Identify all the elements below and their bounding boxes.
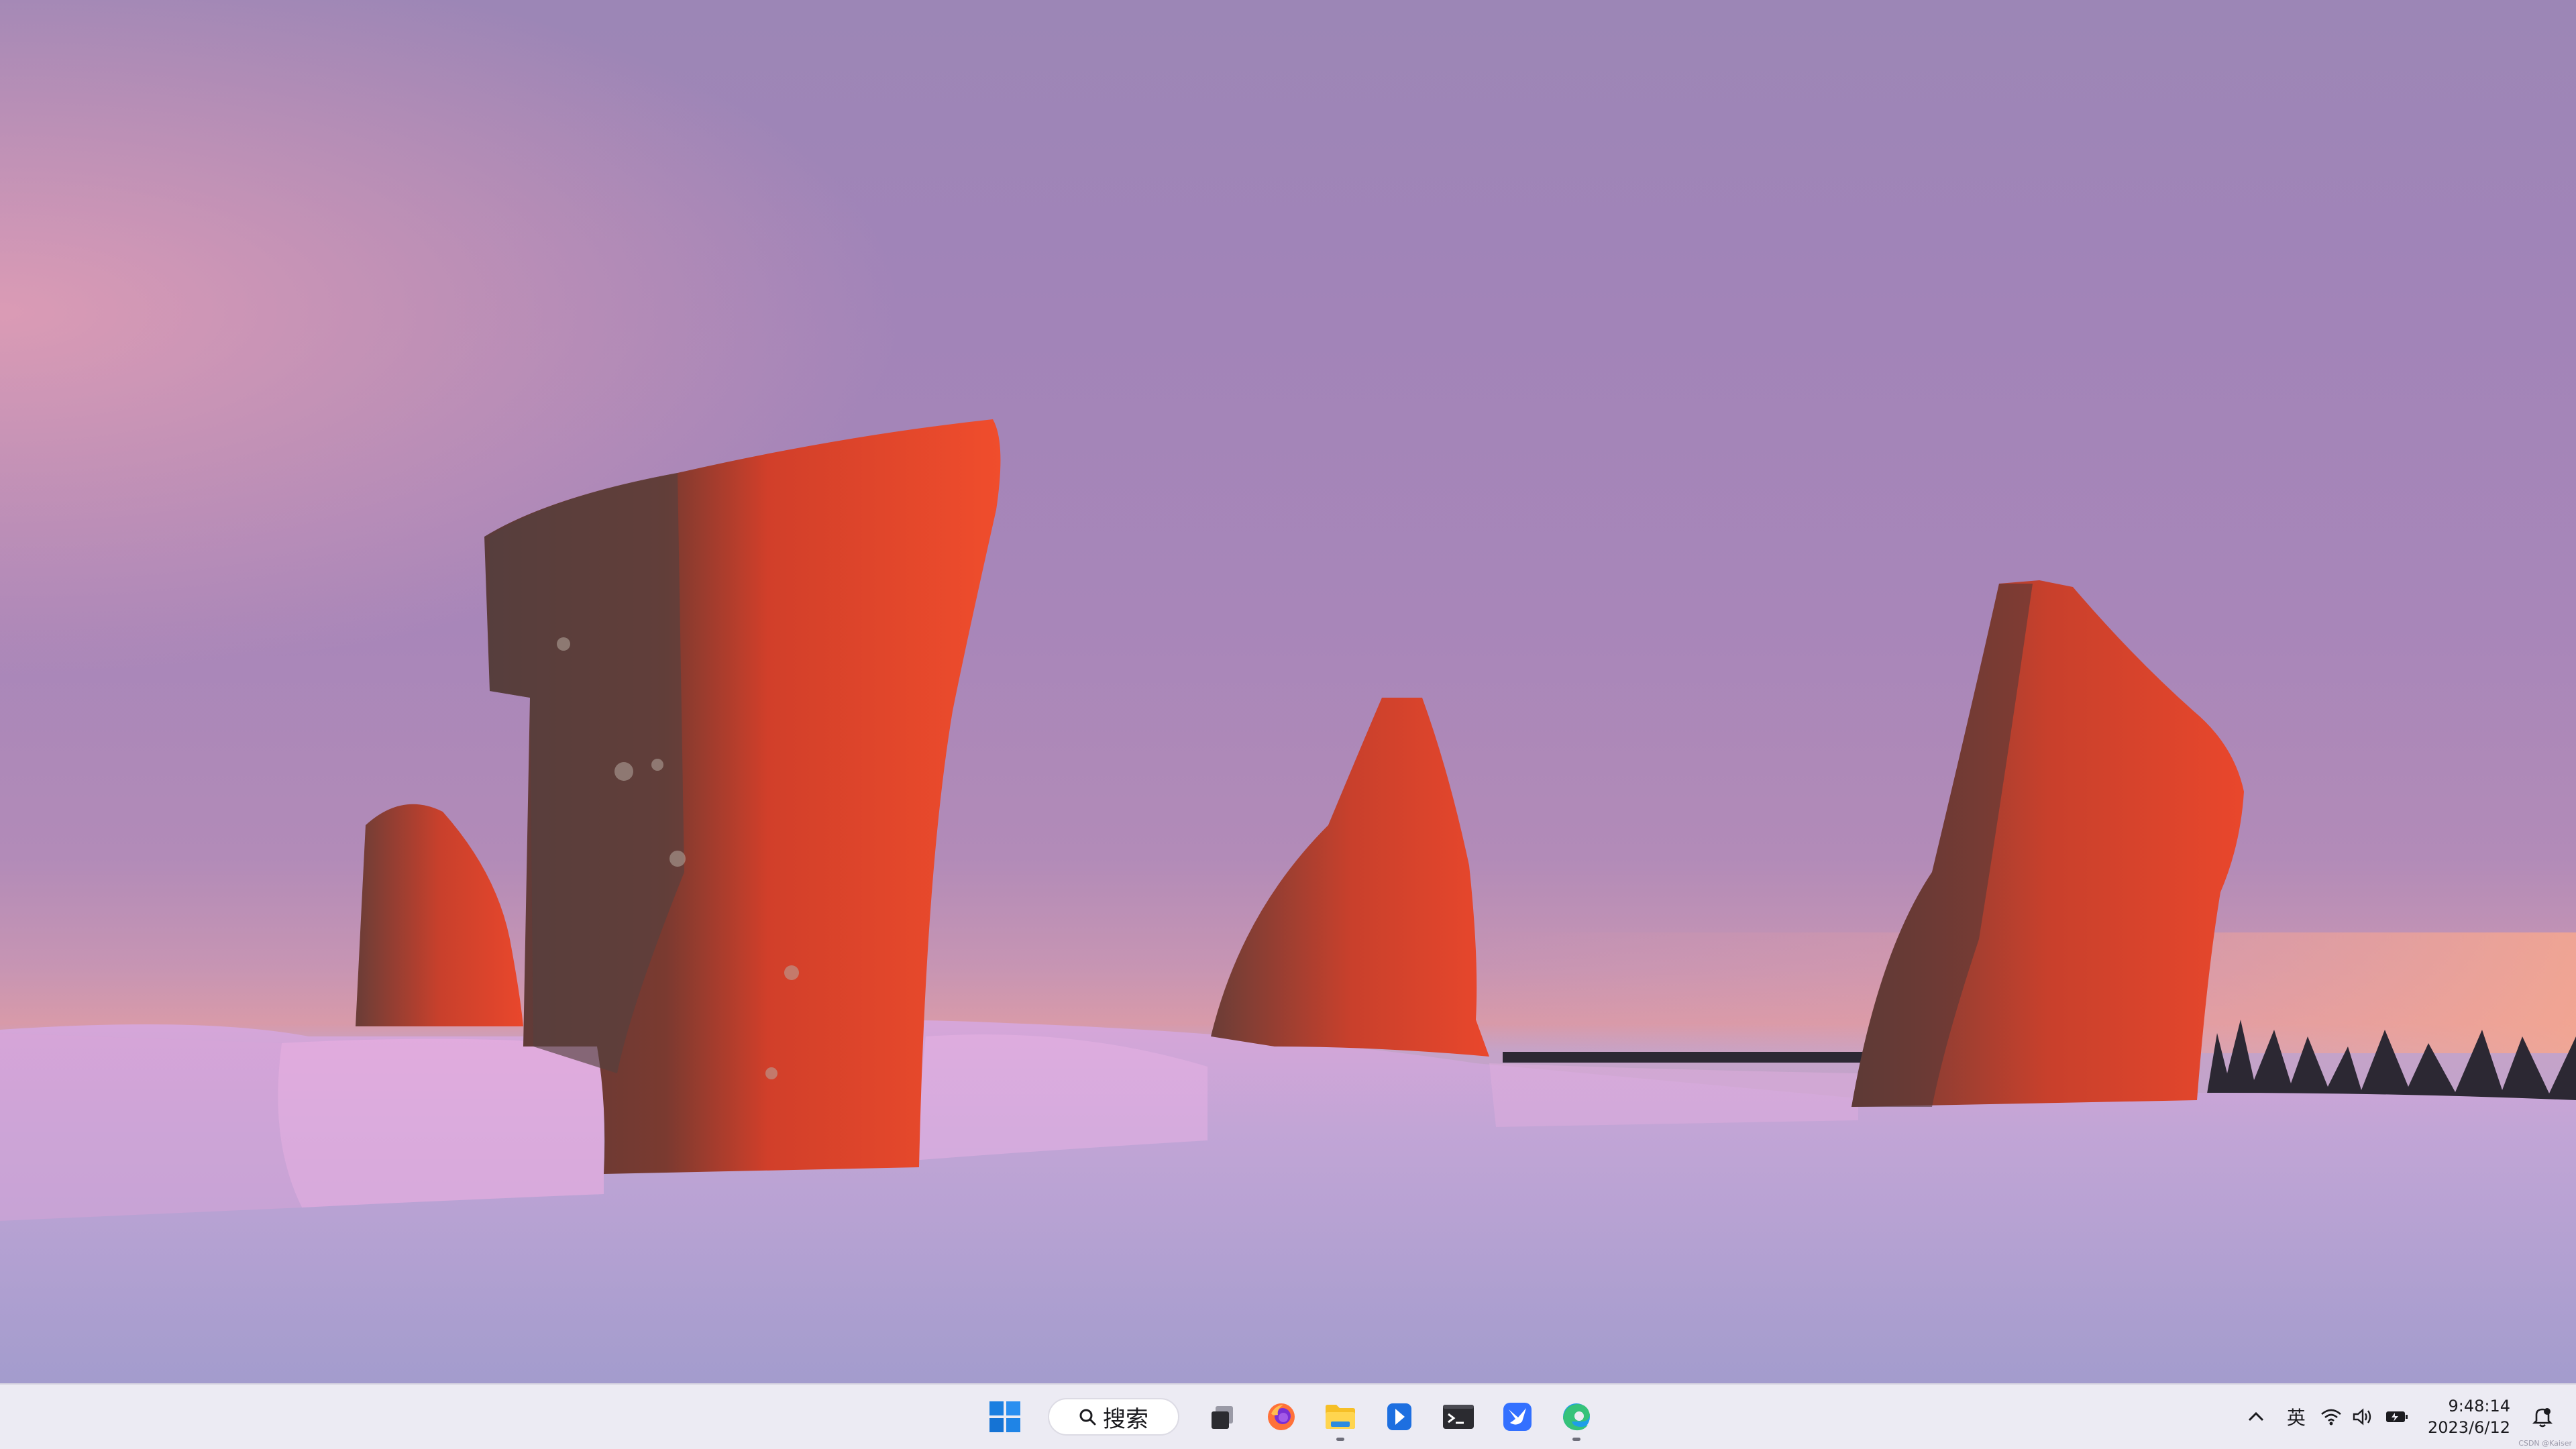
clock-time: 9:48:14 <box>2448 1397 2510 1415</box>
terminal-button[interactable] <box>1433 1391 1484 1442</box>
edge-icon <box>1563 1403 1590 1431</box>
volume-icon <box>2353 1408 2371 1426</box>
system-tray: 英 9:48:14 2023/6/12 <box>2236 1385 2563 1449</box>
firefox-button[interactable] <box>1256 1391 1307 1442</box>
input-method-indicator[interactable]: 英 <box>2276 1393 2316 1441</box>
clock-button[interactable]: 9:48:14 2023/6/12 <box>2413 1393 2522 1441</box>
file-explorer-button[interactable] <box>1315 1391 1366 1442</box>
terminal-icon <box>1443 1405 1474 1429</box>
windows-start-icon <box>989 1401 1020 1432</box>
show-hidden-icons-button[interactable] <box>2236 1393 2276 1441</box>
taskbar-center: 搜索 <box>979 1385 1602 1449</box>
clock-date: 2023/6/12 <box>2427 1418 2510 1437</box>
notification-button[interactable] <box>2522 1393 2563 1441</box>
search-button[interactable]: 搜索 <box>1048 1398 1179 1436</box>
feishu-button[interactable] <box>1492 1391 1543 1442</box>
wallpaper-image <box>0 0 2576 1383</box>
edge-button[interactable] <box>1551 1391 1602 1442</box>
folder-icon <box>1326 1405 1355 1429</box>
chevron-up-icon <box>2248 1411 2263 1421</box>
blue-app-button[interactable] <box>1374 1391 1425 1442</box>
running-indicator <box>1572 1438 1580 1441</box>
watermark-text: CSDN @Kaiser <box>2518 1439 2572 1448</box>
search-icon <box>1079 1409 1096 1426</box>
bird-app-icon <box>1503 1403 1532 1431</box>
notification-bell-icon <box>2532 1408 2553 1428</box>
desktop-wallpaper <box>0 0 2576 1383</box>
battery-icon <box>2385 1411 2408 1422</box>
search-label: 搜索 <box>1103 1405 1148 1433</box>
start-button[interactable] <box>979 1391 1030 1442</box>
running-indicator <box>1336 1438 1344 1441</box>
task-view-button[interactable] <box>1197 1391 1248 1442</box>
wifi-icon <box>2321 1409 2341 1426</box>
firefox-icon <box>1268 1403 1295 1430</box>
network-volume-battery-button[interactable] <box>2316 1393 2413 1441</box>
taskbar: 搜索 英 9:48:14 2023/6/12 CSDN @Kaiser <box>0 1383 2576 1449</box>
bookmark-app-icon <box>1387 1403 1411 1430</box>
task-view-icon <box>1212 1406 1233 1429</box>
